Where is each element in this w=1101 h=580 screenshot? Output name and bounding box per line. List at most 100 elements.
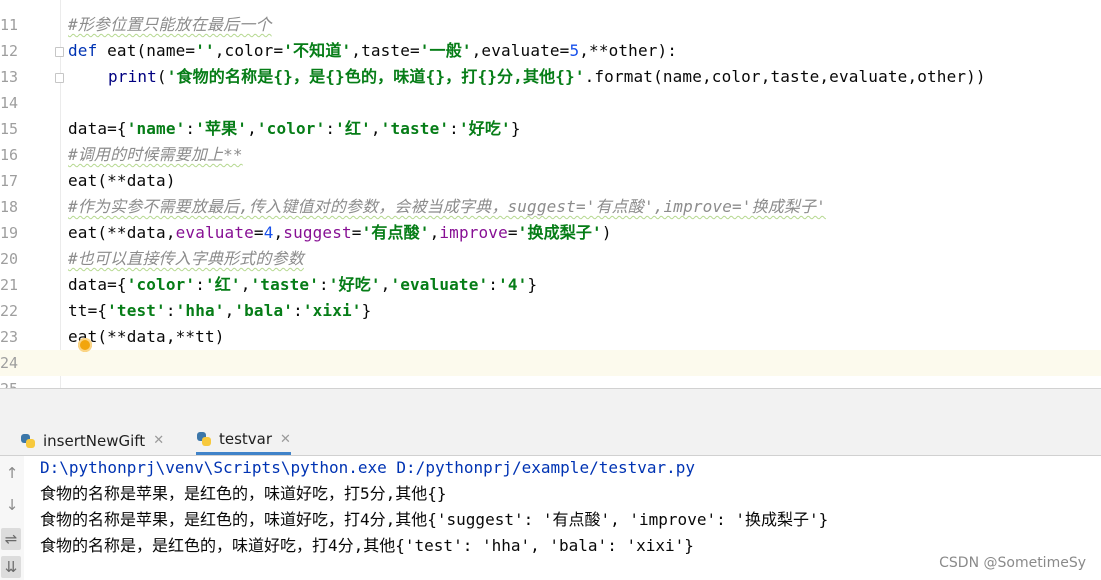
code-token: suggest: [283, 223, 352, 242]
code-token: data={: [68, 119, 127, 138]
code-token: =: [507, 223, 518, 242]
code-token: '苹果': [195, 119, 248, 138]
code-token: '食物的名称是{}，是{}色的，味道{}，打{}分,其他{}': [166, 67, 585, 86]
soft-wrap-icon[interactable]: ⇌: [1, 528, 21, 550]
code-token: print: [108, 67, 157, 86]
line-number: 19: [0, 224, 19, 242]
close-icon[interactable]: ✕: [153, 433, 164, 448]
code-token: eat(name=: [107, 41, 196, 60]
arrow-up-icon[interactable]: ↑: [0, 462, 24, 484]
line-number: 24: [0, 354, 19, 372]
line-number: 21: [0, 276, 19, 294]
code-line[interactable]: 14: [0, 90, 1101, 116]
code-token: '4': [498, 275, 528, 294]
intention-bulb-icon[interactable]: [78, 338, 92, 352]
watermark: CSDN @SometimeSy: [939, 555, 1086, 571]
code-token: 'hha': [175, 301, 225, 320]
run-tab-label: testvar: [219, 430, 273, 448]
fold-marker-icon[interactable]: [55, 47, 64, 57]
code-line[interactable]: 19 eat(**data,evaluate=4,suggest='有点酸',im…: [0, 220, 1101, 246]
code-line[interactable]: 11 #形参位置只能放在最后一个: [0, 12, 1101, 38]
code-line[interactable]: 21 data={'color':'红','taste':'好吃','evalua…: [0, 272, 1101, 298]
panel-splitter[interactable]: [0, 388, 1101, 427]
code-line[interactable]: 23 eat(**data,**tt): [0, 324, 1101, 350]
code-token: def: [68, 41, 108, 60]
code-token: 'name': [126, 119, 186, 138]
code-text: eat(**data): [68, 171, 176, 191]
code-line[interactable]: 13 print('食物的名称是{}，是{}色的，味道{}，打{}分,其他{}'.…: [0, 64, 1101, 90]
line-number: 15: [0, 120, 19, 138]
code-token: '红': [335, 119, 371, 138]
code-line[interactable]: 12 def eat(name='',color='不知道',taste='一般'…: [0, 38, 1101, 64]
code-line[interactable]: 17 eat(**data): [0, 168, 1101, 194]
code-token: ): [601, 223, 612, 242]
code-token: '有点酸': [361, 223, 430, 242]
code-token: 'taste': [250, 275, 319, 294]
code-text: #也可以直接传入字典形式的参数: [68, 249, 304, 269]
scroll-to-end-icon[interactable]: ⇊: [1, 556, 21, 578]
code-token: ,: [429, 223, 440, 242]
code-token: #也可以直接传入字典形式的参数: [68, 249, 304, 268]
code-token: :: [293, 301, 303, 320]
close-icon[interactable]: ✕: [280, 432, 291, 447]
code-token: #作为实参不需要放最后,传入键值对的参数，会被当成字典，suggest='有点酸…: [68, 197, 826, 216]
code-token: '一般': [419, 41, 472, 60]
code-line[interactable]: 20 #也可以直接传入字典形式的参数: [0, 246, 1101, 272]
code-token: '好吃': [458, 119, 511, 138]
code-text: data={'color':'红','taste':'好吃','evaluate…: [68, 275, 537, 295]
code-text: tt={'test':'hha','bala':'xixi'}: [68, 301, 371, 321]
code-token: .format(name,color,taste,evaluate,other)…: [584, 67, 986, 86]
code-token: ,: [370, 119, 381, 138]
code-line[interactable]: 22 tt={'test':'hha','bala':'xixi'}: [0, 298, 1101, 324]
code-token: data={: [68, 275, 127, 294]
code-token: evaluate: [175, 223, 254, 242]
run-tab-label: insertNewGift: [43, 431, 146, 450]
code-token: ,: [380, 275, 391, 294]
code-text: data={'name':'苹果','color':'红','taste':'好…: [68, 119, 521, 139]
code-token: :: [165, 301, 176, 320]
code-line[interactable]: 18 #作为实参不需要放最后,传入键值对的参数，会被当成字典，suggest='有…: [0, 194, 1101, 220]
fold-marker-icon[interactable]: [55, 73, 64, 83]
run-tab-testvar[interactable]: testvar ✕: [196, 426, 291, 455]
code-token: '红': [204, 275, 241, 294]
code-token: :: [195, 275, 205, 294]
code-text: #形参位置只能放在最后一个: [68, 15, 272, 35]
line-number: 11: [0, 16, 19, 34]
code-token: 'evaluate': [390, 275, 489, 294]
code-token: ,: [240, 275, 251, 294]
code-line[interactable]: 15 data={'name':'苹果','color':'红','taste':…: [0, 116, 1101, 142]
code-token: :: [325, 119, 336, 138]
code-token: #调用的时候需要加上**: [68, 145, 243, 164]
code-token: :: [488, 275, 499, 294]
line-number: 23: [0, 328, 19, 346]
code-editor[interactable]: 11 #形参位置只能放在最后一个 12 def eat(name='',color='…: [0, 0, 1101, 388]
code-token: =: [351, 223, 362, 242]
code-token: '不知道': [283, 41, 352, 60]
line-number: 14: [0, 94, 19, 112]
code-line[interactable]: 24: [0, 350, 1101, 376]
python-icon: [196, 431, 212, 447]
run-tab-insertnewgift[interactable]: insertNewGift ✕: [20, 426, 164, 455]
run-toolbar: ↑ ↓ ⇌ ⇊: [0, 456, 25, 580]
code-token: ,color=: [214, 41, 284, 60]
code-line[interactable]: 16 #调用的时候需要加上**: [0, 142, 1101, 168]
code-token: :: [185, 119, 196, 138]
code-text: #作为实参不需要放最后,传入键值对的参数，会被当成字典，suggest='有点酸…: [68, 197, 826, 217]
code-token: ,: [224, 301, 235, 320]
code-token: (: [156, 67, 167, 86]
code-token: tt={: [68, 301, 108, 320]
line-number: 18: [0, 198, 19, 216]
line-number: 20: [0, 250, 19, 268]
code-token: eat(**data,: [68, 223, 176, 242]
code-token: }: [510, 119, 521, 138]
code-token: ,evaluate=: [471, 41, 570, 60]
code-token: '': [195, 41, 215, 60]
code-token: eat(**data): [68, 171, 176, 190]
code-token: }: [361, 301, 372, 320]
arrow-down-icon[interactable]: ↓: [0, 494, 24, 516]
code-line[interactable]: 25: [0, 376, 1101, 388]
code-token: 'xixi': [302, 301, 362, 320]
code-token: #形参位置只能放在最后一个: [68, 15, 272, 34]
run-tab-bar: insertNewGift ✕ testvar ✕: [0, 426, 1101, 456]
line-number: 13: [0, 68, 19, 86]
